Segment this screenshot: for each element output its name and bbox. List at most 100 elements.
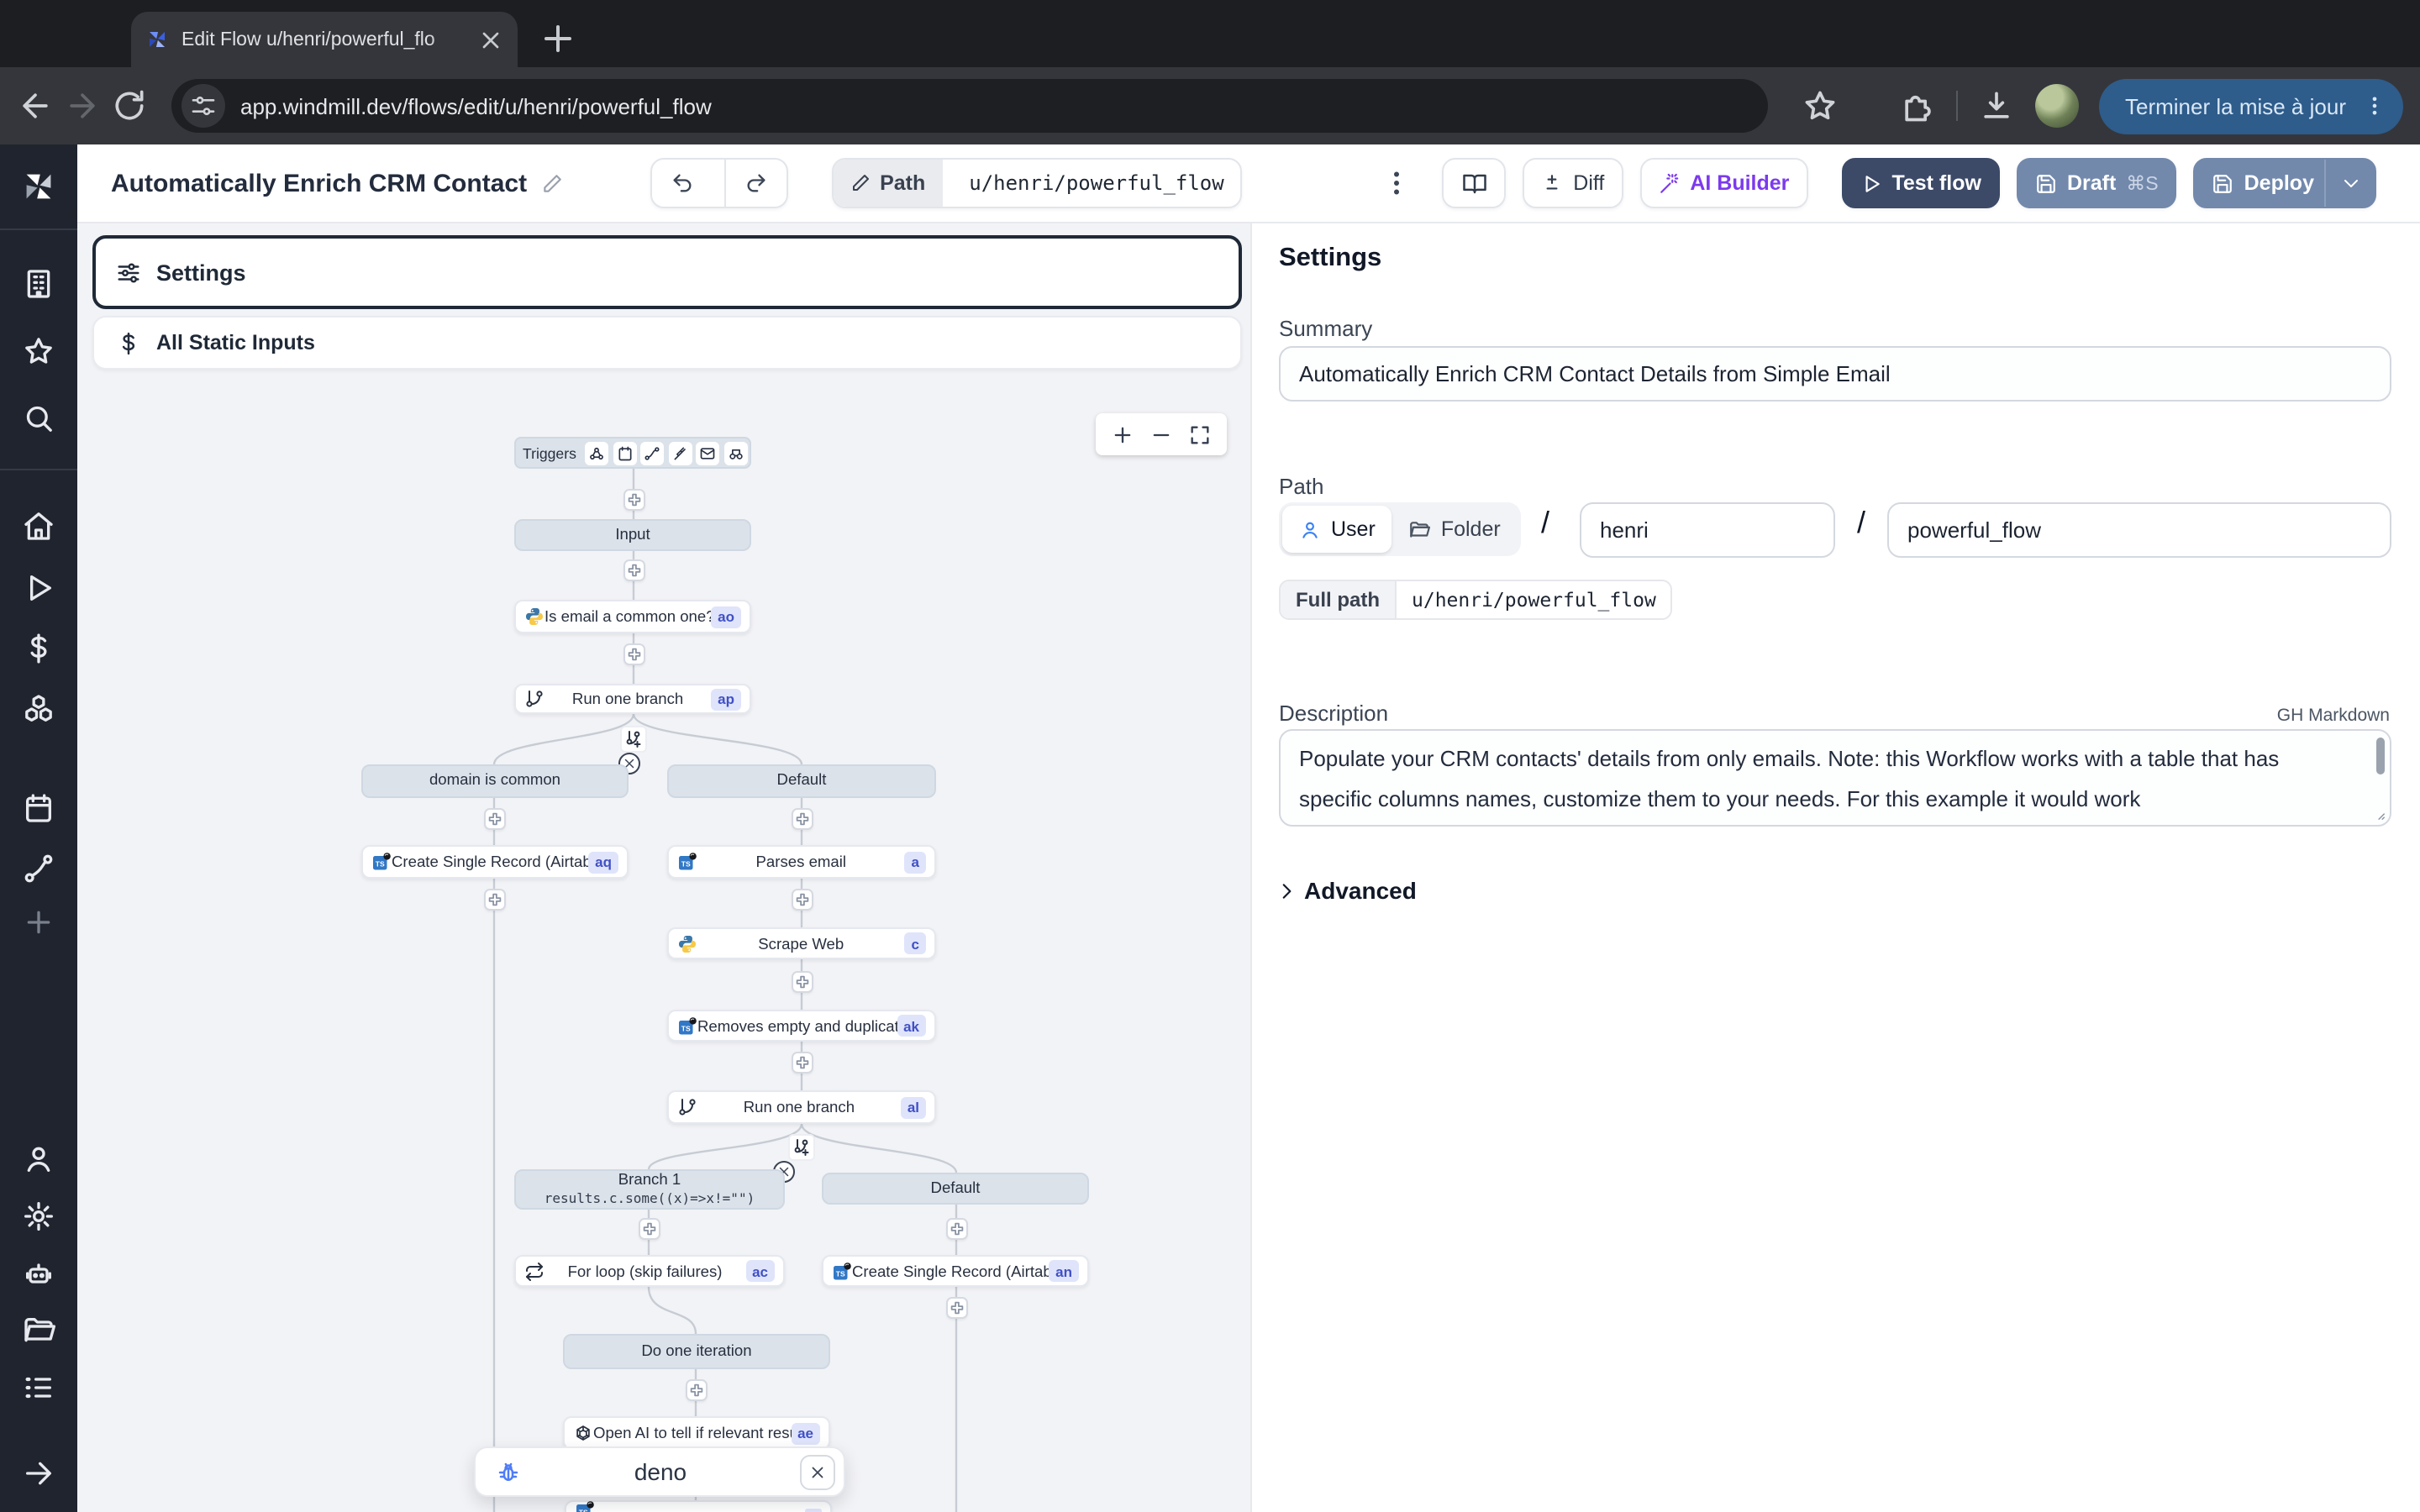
site-settings-icon[interactable] [182, 84, 225, 128]
toggle-user[interactable]: User [1282, 506, 1392, 553]
edit-title-pencil-icon[interactable] [540, 172, 562, 194]
workers-icon[interactable] [22, 1257, 55, 1290]
insert-step-button[interactable] [638, 1217, 660, 1239]
resize-handle-icon[interactable] [2375, 810, 2386, 822]
users-icon[interactable] [22, 1142, 55, 1176]
path-chip[interactable]: Path u/henri/powerful_flow [831, 158, 1243, 208]
insert-step-button[interactable] [945, 1217, 967, 1239]
back-icon[interactable] [17, 87, 54, 124]
insert-step-button[interactable] [623, 488, 644, 510]
summary-input[interactable]: Automatically Enrich CRM Contact Details… [1279, 346, 2391, 402]
flow-node-parses_email[interactable]: TSParses emaila [667, 845, 936, 879]
windmill-logo[interactable] [18, 166, 59, 207]
tab-close-icon[interactable] [477, 26, 504, 53]
download-icon[interactable] [1977, 87, 2014, 124]
workspace-icon[interactable] [22, 267, 55, 301]
reload-icon[interactable] [111, 87, 148, 124]
folders-icon[interactable] [22, 1314, 55, 1347]
bookmark-star-icon[interactable] [1802, 87, 1839, 124]
flow-node-for_loop[interactable]: For loop (skip failures)ac [514, 1255, 785, 1287]
audit-logs-icon[interactable] [22, 1371, 55, 1404]
address-bar[interactable]: app.windmill.dev/flows/edit/u/henri/powe… [171, 79, 1768, 133]
flow-node-csr_aq[interactable]: TSCreate Single Record (Airtable)aq [361, 845, 629, 879]
insert-step-button[interactable] [483, 888, 505, 910]
insert-step-button[interactable] [945, 1296, 967, 1318]
flow-name-input[interactable]: powerful_flow [1887, 502, 2391, 558]
add-branch-button[interactable] [620, 726, 647, 753]
advanced-toggle[interactable]: Advanced [1276, 877, 1417, 904]
triggers-icon[interactable] [22, 852, 55, 885]
all-static-inputs-box[interactable]: All Static Inputs [92, 316, 1242, 370]
description-textarea[interactable]: Populate your CRM contacts' details from… [1279, 729, 2391, 827]
insert-step-button[interactable] [791, 970, 813, 992]
undo-button[interactable] [651, 160, 713, 207]
insert-step-button[interactable] [685, 1378, 707, 1400]
flow-node-branch_1[interactable]: Branch 1results.c.some((x)=>x!="") [514, 1169, 785, 1210]
search-icon[interactable] [22, 402, 55, 435]
zoom-out-icon[interactable] [1150, 423, 1173, 446]
http-route-icon[interactable] [641, 441, 665, 465]
close-icon[interactable] [800, 1454, 835, 1489]
owner-kind-toggle: User Folder [1279, 502, 1521, 556]
insert-step-button[interactable] [791, 807, 813, 829]
browser-menu-kebab-icon[interactable] [2363, 94, 2386, 118]
schedules-icon[interactable] [22, 791, 55, 825]
flow-node-is_email[interactable]: Is email a common one?ao [514, 600, 751, 633]
flow-node-branch_domain[interactable]: domain is common [361, 764, 629, 798]
draft-button[interactable]: Draft⌘S [2017, 158, 2177, 208]
flow-node-csr_an[interactable]: TSCreate Single Record (Airtable)an [822, 1255, 1089, 1287]
resources-icon[interactable] [22, 692, 55, 726]
flow-node-input[interactable]: Input [514, 519, 751, 551]
flow-node-run1[interactable]: Run one branchap [514, 684, 751, 714]
deno-tooltip-card[interactable]: deno [474, 1446, 845, 1497]
insert-step-button[interactable] [483, 807, 505, 829]
forward-icon[interactable] [64, 87, 101, 124]
variables-icon[interactable] [22, 632, 55, 665]
new-tab-icon[interactable] [538, 18, 578, 59]
flow-node-branch_default_2[interactable]: Default [822, 1173, 1089, 1205]
insert-step-button[interactable] [623, 643, 644, 664]
settings-icon[interactable] [22, 1200, 55, 1233]
home-icon[interactable] [22, 509, 55, 543]
deploy-dropdown[interactable] [2324, 160, 2375, 207]
ai-builder-button[interactable]: AI Builder [1639, 158, 1807, 208]
settings-nav-box[interactable]: Settings [92, 235, 1242, 309]
runs-icon[interactable] [22, 571, 55, 605]
owner-input[interactable]: henri [1580, 502, 1835, 558]
toggle-folder[interactable]: Folder [1392, 506, 1518, 553]
flow-node-branch_default_1[interactable]: Default [667, 764, 936, 798]
poll-icon[interactable] [724, 441, 748, 465]
expand-sidebar-icon[interactable] [22, 1457, 55, 1490]
insert-step-button[interactable] [791, 1051, 813, 1073]
more-options-kebab-icon[interactable] [1381, 168, 1412, 198]
webhook-icon[interactable] [586, 441, 609, 465]
browser-update-button[interactable]: Terminer la mise à jour [2098, 78, 2403, 134]
flow-node-removes_empty[interactable]: TSRemoves empty and duplicatesak [667, 1010, 936, 1042]
extensions-icon[interactable] [1898, 87, 1935, 124]
flow-title[interactable]: Automatically Enrich CRM Contact [111, 169, 527, 197]
insert-step-button[interactable] [623, 559, 644, 580]
flow-node-bottom_sliver[interactable]: TS [565, 1500, 832, 1512]
flow-node-run2[interactable]: Run one branchal [667, 1090, 936, 1124]
redo-button[interactable] [723, 160, 786, 207]
flow-node-triggers[interactable]: Triggers [514, 437, 751, 469]
flow-node-do_one_iteration[interactable]: Do one iteration [563, 1334, 830, 1369]
textarea-scrollbar[interactable] [2376, 738, 2385, 774]
test-flow-button[interactable]: Test flow [1841, 158, 2000, 208]
flow-node-openai[interactable]: Open AI to tell if relevant resultae [563, 1416, 830, 1450]
favorites-icon[interactable] [22, 334, 55, 368]
email-icon[interactable] [697, 441, 720, 465]
add-icon[interactable] [22, 906, 55, 939]
diff-button[interactable]: Diff [1523, 158, 1623, 208]
browser-avatar[interactable] [2034, 84, 2078, 128]
deploy-button[interactable]: Deploy [2194, 158, 2376, 208]
fit-view-icon[interactable] [1189, 423, 1213, 446]
insert-step-button[interactable] [791, 888, 813, 910]
docs-button[interactable] [1442, 158, 1506, 208]
flow-node-scrape_web[interactable]: Scrape Webc [667, 927, 936, 959]
zoom-in-icon[interactable] [1110, 423, 1134, 446]
browser-tab[interactable]: Edit Flow u/henri/powerful_flo [131, 12, 518, 67]
kafka-icon[interactable] [669, 441, 692, 465]
schedule-icon[interactable] [613, 441, 637, 465]
add-branch-button[interactable] [788, 1134, 815, 1161]
